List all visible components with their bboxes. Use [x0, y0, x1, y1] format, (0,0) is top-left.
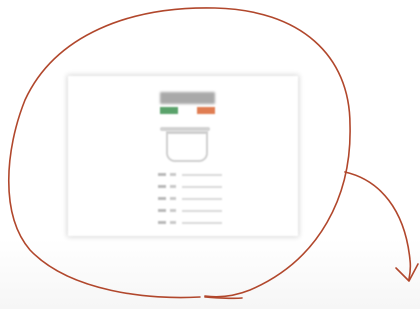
annotation-ellipse [8, 7, 351, 299]
annotation-tail [344, 171, 412, 280]
annotation-circle-arrow [8, 7, 419, 300]
caption-text [300, 287, 416, 301]
arrowhead-icon [395, 263, 419, 282]
